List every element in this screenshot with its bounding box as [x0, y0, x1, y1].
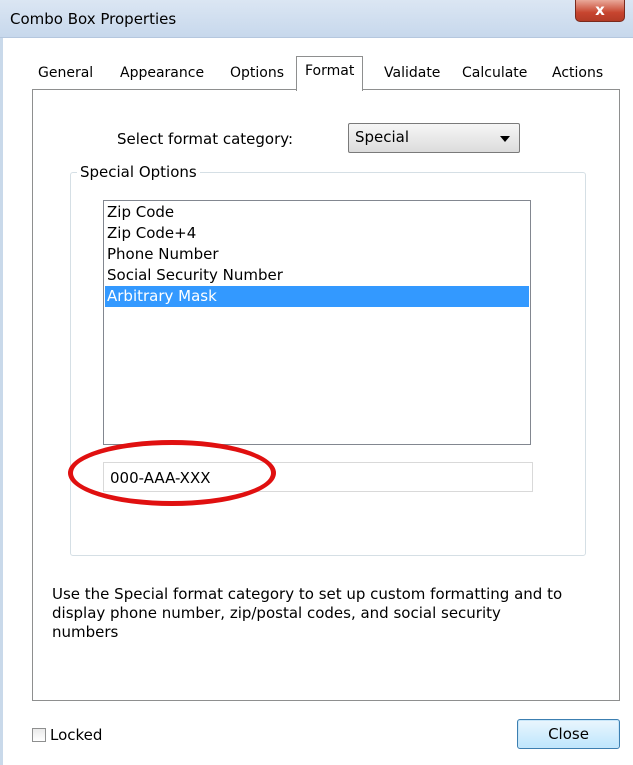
tab-format[interactable]: Format	[296, 56, 364, 91]
list-item-zip-code-plus4[interactable]: Zip Code+4	[105, 223, 529, 244]
format-panel: Select format category: Special Special …	[32, 89, 620, 701]
chevron-down-icon	[500, 136, 510, 142]
tab-validate[interactable]: Validate	[384, 62, 440, 90]
tab-general[interactable]: General	[38, 62, 93, 90]
format-category-select[interactable]: Special	[348, 123, 520, 153]
window-close-button[interactable]: x	[575, 0, 625, 22]
tab-appearance[interactable]: Appearance	[120, 62, 204, 90]
close-icon: x	[595, 1, 605, 19]
close-button[interactable]: Close	[517, 719, 620, 749]
special-options-legend: Special Options	[80, 163, 197, 181]
list-item-zip-code[interactable]: Zip Code	[105, 202, 529, 223]
window-title: Combo Box Properties	[10, 10, 177, 28]
special-options-list[interactable]: Zip Code Zip Code+4 Phone Number Social …	[103, 200, 531, 445]
format-category-label: Select format category:	[117, 130, 294, 148]
format-category-value: Special	[355, 128, 410, 146]
locked-label: Locked	[50, 726, 103, 744]
tab-strip: General Appearance Options Format Valida…	[30, 56, 620, 91]
list-item-phone-number[interactable]: Phone Number	[105, 244, 529, 265]
tab-options[interactable]: Options	[230, 62, 284, 90]
title-bar: Combo Box Properties x	[0, 0, 633, 38]
locked-checkbox-control[interactable]: Locked	[32, 726, 102, 744]
locked-checkbox[interactable]	[32, 728, 46, 742]
list-item-arbitrary-mask[interactable]: Arbitrary Mask	[105, 286, 529, 307]
help-text: Use the Special format category to set u…	[52, 585, 563, 641]
tab-actions[interactable]: Actions	[552, 62, 603, 90]
arbitrary-mask-input[interactable]: 000-AAA-XXX	[103, 462, 533, 492]
window-left-edge	[0, 38, 3, 765]
list-item-ssn[interactable]: Social Security Number	[105, 265, 529, 286]
tab-calculate[interactable]: Calculate	[462, 62, 527, 90]
